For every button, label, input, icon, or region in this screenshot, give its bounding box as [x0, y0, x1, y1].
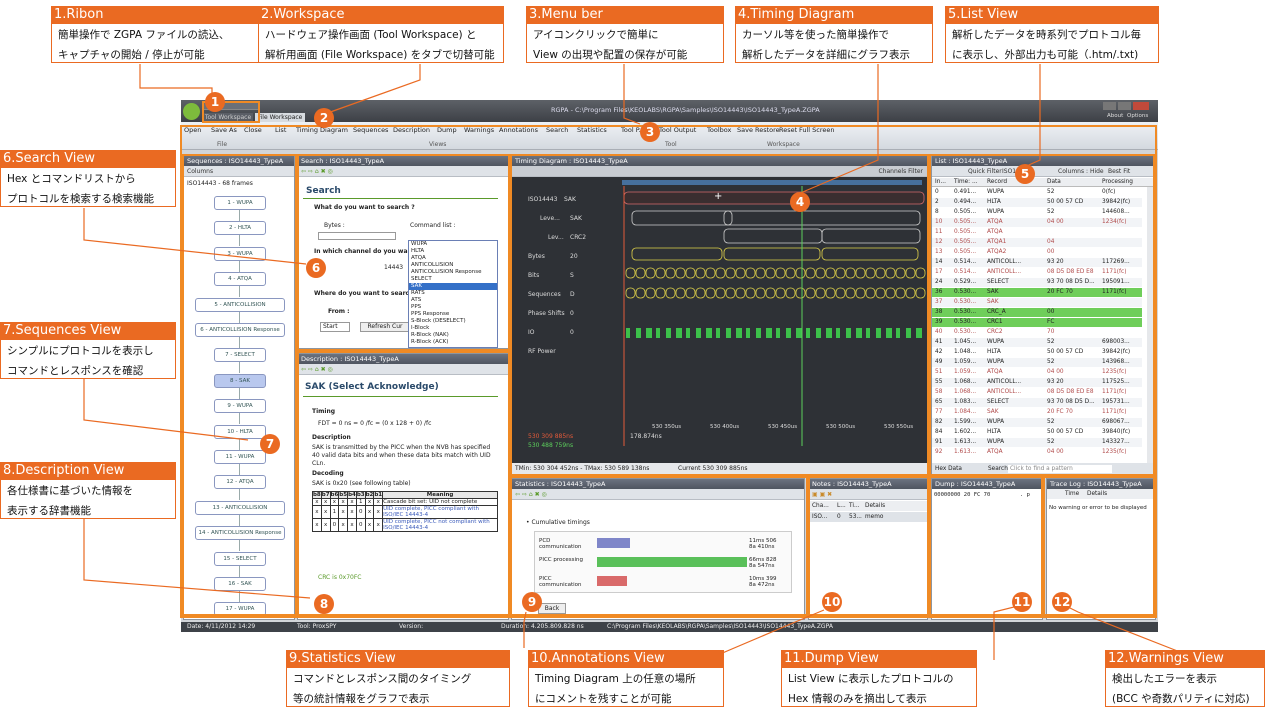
callout-body: List View に表示したプロトコルの Hex 情報のみを摘出して表示 — [781, 667, 977, 707]
callout-body: Hex とコマンドリストからプロトコルを検索する検索機能 — [0, 167, 176, 207]
callout-number-badge: 2 — [314, 108, 334, 128]
callout-title: 6.Search View — [0, 150, 176, 167]
callout-line: シンプルにプロトコルを表示し — [7, 345, 154, 357]
callout-title: 5.List View — [945, 6, 1159, 23]
callout-number-badge: 9 — [522, 592, 542, 612]
callout-number-badge: 3 — [640, 122, 660, 142]
callout-line: 解析用画面 (File Workspace) をタブで切替可能 — [265, 49, 495, 61]
callout-body: 各仕様書に基づいた情報を 表示する辞書機能 — [0, 479, 176, 519]
callout-line: キャプチャの開始 / 停止が可能 — [58, 49, 205, 61]
callout-body: コマンドとレスポンス間のタイミング 等の統計情報をグラフで表示 — [286, 667, 510, 707]
callout-title: 12.Warnings View — [1105, 650, 1265, 667]
callout-number-badge: 1 — [205, 92, 225, 112]
callout-body: ハードウェア操作画面 (Tool Workspace) と解析用画面 (File… — [258, 23, 504, 63]
maximize-icon[interactable] — [1118, 102, 1131, 110]
callout-body: Timing Diagram 上の任意の場所 にコメントを残すことが可能 — [528, 667, 724, 707]
callout-number-badge: 8 — [314, 594, 334, 614]
sequences-highlight — [182, 154, 297, 616]
callout-line: View の出現や配置の保存が可能 — [533, 49, 688, 61]
callout-line: 表示する辞書機能 — [7, 505, 91, 517]
window-title: RGPA - C:\Program Files\KEOLABS\RGPA\Sam… — [551, 106, 820, 114]
status-bar: Date: 4/11/2012 14:29 Tool: ProxSPY Vers… — [181, 622, 1158, 632]
callout-line: Timing Diagram 上の任意の場所 — [535, 673, 696, 685]
callout-title: 9.Statistics View — [286, 650, 510, 667]
callout-line: (BCC や奇数パリティに対応) — [1112, 693, 1250, 705]
callout-line: コマンドとレスポンスを確認 — [7, 365, 144, 377]
status-version: Version: — [399, 623, 424, 630]
callout-title: 3.Menu ber — [526, 6, 724, 23]
about-link[interactable]: About — [1107, 113, 1123, 119]
status-duration: Duration: 4.205.809.828 ns — [501, 623, 584, 630]
callout-body: 解析したデータを時系列でプロトコル毎 に表示し、外部出力も可能（.htm/.txt… — [945, 23, 1159, 63]
callout-line: Hex とコマンドリストから — [7, 173, 136, 185]
callout-line: プロトコルを検索する検索機能 — [7, 193, 154, 205]
callout-number-badge: 5 — [1015, 164, 1035, 184]
callout-line: ハードウェア操作画面 (Tool Workspace) と — [265, 29, 477, 41]
status-path: C:\Program Files\KEOLABS\RGPA\Samples\IS… — [607, 623, 833, 630]
callout-body: 簡単操作で ZGPA ファイルの読込、 キャプチャの開始 / 停止が可能 — [51, 23, 267, 63]
callout-body: アイコンクリックで簡単に View の出現や配置の保存が可能 — [526, 23, 724, 63]
callout-title: 7.Sequences View — [0, 322, 176, 339]
callout-number-badge: 7 — [260, 434, 280, 454]
timing-highlight — [510, 154, 929, 476]
callout-body: 検出したエラーを表示 (BCC や奇数パリティに対応) — [1105, 667, 1265, 707]
statistics-highlight — [510, 476, 808, 616]
search-highlight — [297, 154, 510, 351]
list-highlight — [929, 154, 1155, 476]
callout-title: 1.Ribon — [51, 6, 267, 23]
tab-file-workspace[interactable]: File Workspace — [255, 113, 305, 122]
callout-title: 2.Workspace — [258, 6, 504, 23]
callout-line: に表示し、外部出力も可能（.htm/.txt) — [952, 49, 1139, 61]
callout-line: List View に表示したプロトコルの — [788, 673, 954, 685]
callout-line: 簡単操作で ZGPA ファイルの読込、 — [58, 29, 230, 41]
callout-number-badge: 11 — [1012, 592, 1032, 612]
callout-number-badge: 6 — [306, 258, 326, 278]
callout-line: カーソル等を使った簡単操作で — [742, 29, 889, 41]
callout-body: シンプルにプロトコルを表示し コマンドとレスポンスを確認 — [0, 339, 176, 379]
callout-line: アイコンクリックで簡単に — [533, 29, 659, 41]
options-link[interactable]: Options — [1127, 113, 1148, 119]
callout-line: Hex 情報のみを摘出して表示 — [788, 693, 927, 705]
callout-line: 等の統計情報をグラフで表示 — [293, 693, 430, 705]
callout-line: コマンドとレスポンス間のタイミング — [293, 673, 472, 685]
minimize-icon[interactable] — [1103, 102, 1116, 110]
close-icon[interactable] — [1133, 102, 1149, 110]
callout-title: 4.Timing Diagram — [735, 6, 933, 23]
callout-line: 解析したデータを時系列でプロトコル毎 — [952, 29, 1141, 41]
callout-line: にコメントを残すことが可能 — [535, 693, 672, 705]
callout-line: 各仕様書に基づいた情報を — [7, 485, 133, 497]
callout-number-badge: 4 — [790, 192, 810, 212]
callout-line: 検出したエラーを表示 — [1112, 673, 1217, 685]
callout-line: 解析したデータを詳細にグラフ表示 — [742, 49, 910, 61]
app-logo-icon[interactable] — [183, 103, 200, 120]
callout-body: カーソル等を使った簡単操作で解析したデータを詳細にグラフ表示 — [735, 23, 933, 63]
callout-number-badge: 10 — [822, 592, 842, 612]
callout-title: 10.Annotations View — [528, 650, 724, 667]
status-tool: Tool: ProxSPY — [297, 623, 337, 630]
callout-title: 8.Description View — [0, 462, 176, 479]
callout-title: 11.Dump View — [781, 650, 977, 667]
callout-number-badge: 12 — [1052, 592, 1072, 612]
status-date: Date: 4/11/2012 14:29 — [187, 623, 256, 630]
description-highlight — [297, 351, 510, 616]
